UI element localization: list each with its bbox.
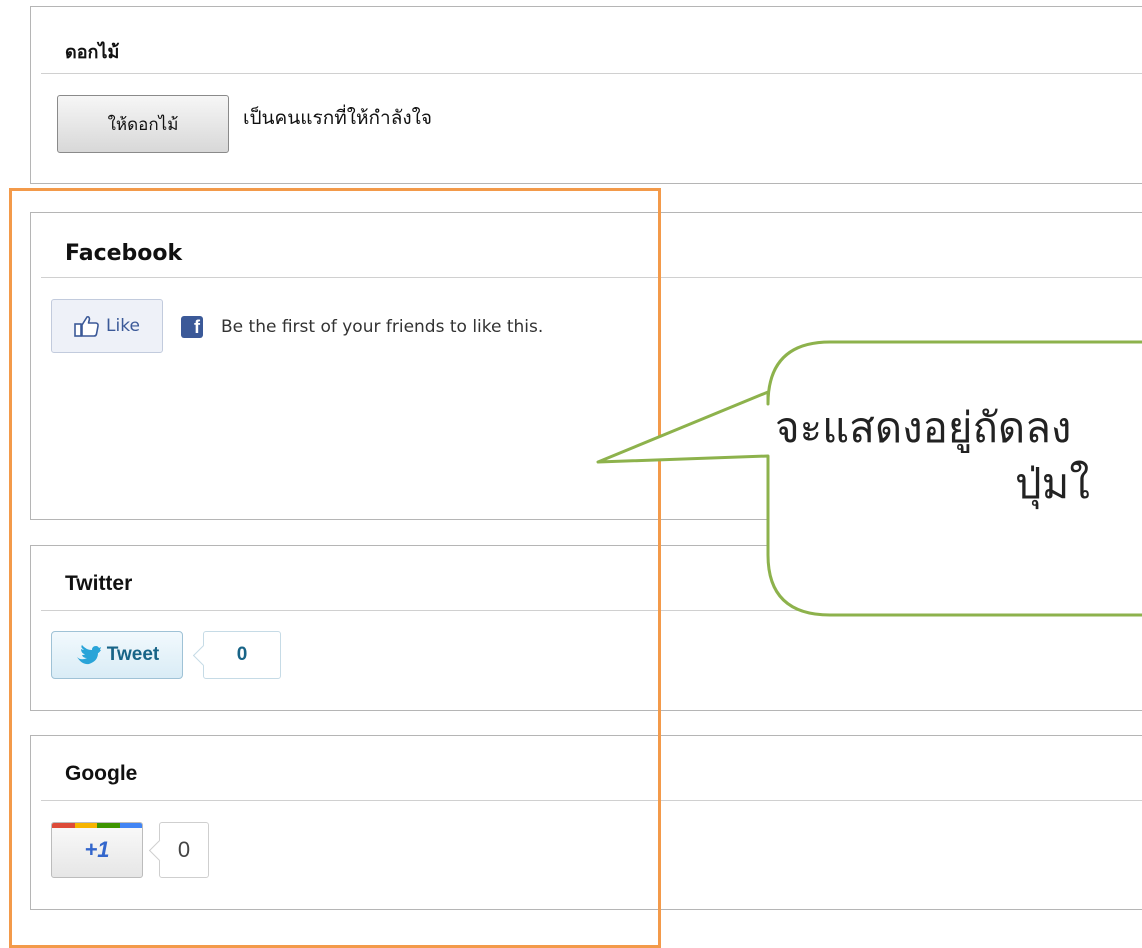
google-color-bar-segment xyxy=(74,823,97,828)
google-plus-one-label: +1 xyxy=(84,837,110,862)
tweet-button[interactable]: Tweet xyxy=(51,631,183,679)
google-plus-one-button[interactable]: +1 xyxy=(51,822,143,878)
facebook-like-label: Like xyxy=(106,316,140,336)
google-color-bar xyxy=(52,823,142,828)
thumbs-up-icon xyxy=(74,315,99,337)
give-flower-button[interactable]: ให้ดอกไม้ xyxy=(57,95,229,153)
google-panel-title: Google xyxy=(65,762,138,785)
google-color-bar-segment xyxy=(119,823,142,828)
google-panel: Google +1 0 xyxy=(30,735,1142,910)
facebook-friends-text: Be the first of your friends to like thi… xyxy=(221,317,544,337)
google-color-bar-segment xyxy=(97,823,120,828)
google-plus-count: 0 xyxy=(159,822,209,878)
tweet-count: 0 xyxy=(203,631,281,679)
callout-line-1: จะแสดงอยู่ถัดลง xyxy=(775,403,1072,452)
callout-line-2: ปุ่มใ xyxy=(1015,459,1090,508)
flower-status-text: เป็นคนแรกที่ให้กำลังใจ xyxy=(243,107,433,129)
flower-panel-divider xyxy=(41,73,1142,74)
twitter-bird-icon xyxy=(76,645,101,665)
google-color-bar-segment xyxy=(52,823,75,828)
facebook-panel-title: Facebook xyxy=(65,241,183,266)
google-panel-divider xyxy=(41,800,1142,801)
facebook-panel-divider xyxy=(41,277,1142,278)
facebook-logo-icon: f xyxy=(181,316,203,338)
tweet-button-label: Tweet xyxy=(106,644,160,665)
flower-panel-title: ดอกไม้ xyxy=(65,42,120,63)
twitter-panel-divider xyxy=(41,610,1142,611)
twitter-panel-title: Twitter xyxy=(65,572,133,595)
flower-panel: ดอกไม้ ให้ดอกไม้ เป็นคนแรกที่ให้กำลังใจ xyxy=(30,6,1142,184)
twitter-panel: Twitter Tweet 0 xyxy=(30,545,1142,711)
callout-text: จะแสดงอยู่ถัดลง ปุ่มใ xyxy=(775,400,1142,512)
facebook-like-button[interactable]: Like xyxy=(51,299,163,353)
